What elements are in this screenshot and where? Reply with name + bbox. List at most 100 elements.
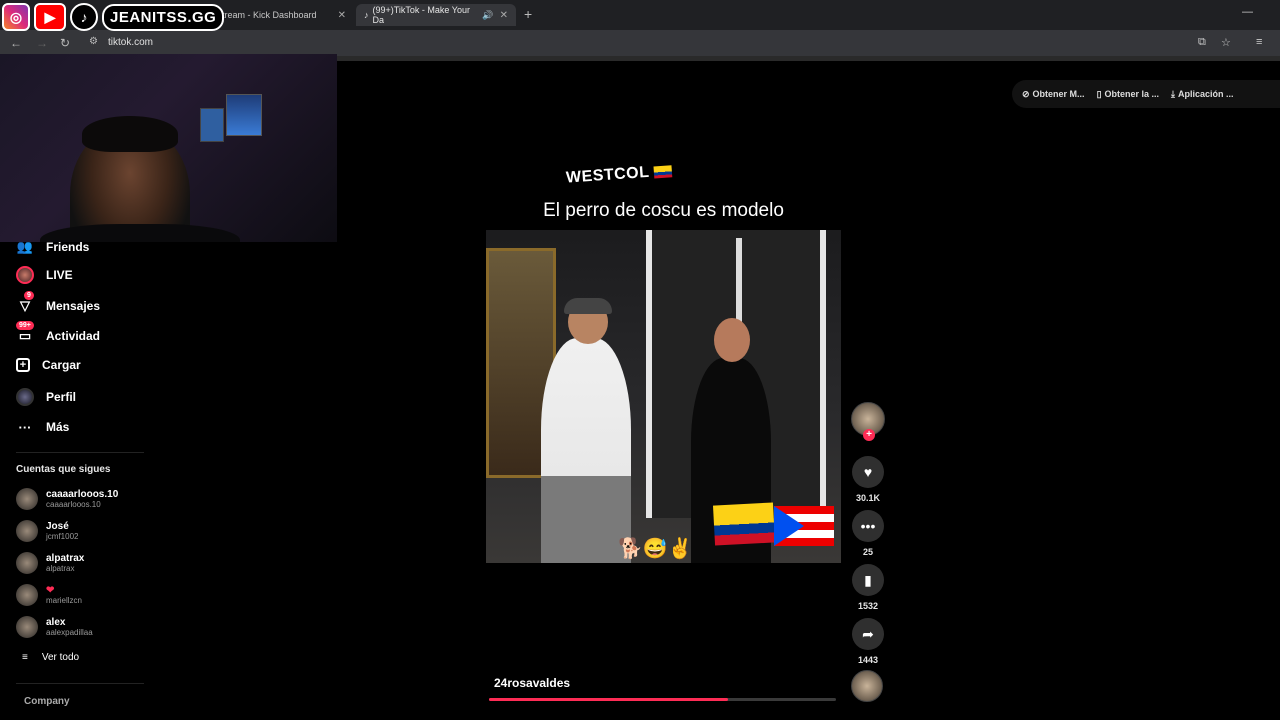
sidebar-item-label: Perfil bbox=[46, 390, 77, 404]
upload-icon: + bbox=[16, 358, 30, 372]
share-button[interactable]: ➦ 1443 bbox=[850, 618, 886, 665]
avatar bbox=[16, 584, 38, 606]
sidebar-item-label: LIVE bbox=[46, 268, 73, 282]
tab-title: (99+)TikTok - Make Your Da bbox=[372, 5, 470, 25]
sidebar-item-label: Cargar bbox=[42, 358, 81, 372]
avatar bbox=[851, 670, 883, 702]
see-all-label: Ver todo bbox=[41, 652, 80, 663]
sidebar-item-live[interactable]: LIVE bbox=[16, 266, 73, 284]
toolbar-label: Aplicación ... bbox=[1178, 89, 1234, 99]
tiktok-icon: ♪ bbox=[70, 3, 98, 31]
video-progress-bar[interactable] bbox=[489, 698, 836, 701]
following-name: caaaarlooos.10 bbox=[46, 488, 119, 500]
video-header: WESTCOL bbox=[566, 162, 672, 187]
webcam-overlay bbox=[0, 54, 337, 242]
see-all-button[interactable]: ≡ Ver todo bbox=[22, 652, 79, 663]
reload-icon[interactable]: ↻ bbox=[60, 36, 70, 50]
video-progress-fill bbox=[489, 698, 729, 701]
like-count: 30.1K bbox=[855, 493, 881, 503]
follow-plus-icon[interactable]: + bbox=[863, 429, 875, 441]
following-handle: mariellzcn bbox=[46, 595, 83, 605]
toolbar-label: Obtener M... bbox=[1032, 89, 1085, 99]
heart-icon: ♥ bbox=[852, 456, 884, 488]
like-button[interactable]: ♥ 30.1K bbox=[850, 456, 886, 503]
close-tab-icon[interactable]: ✕ bbox=[500, 10, 508, 21]
video-frame[interactable]: 🐕😅✌ bbox=[486, 208, 841, 563]
messages-badge: 9 bbox=[24, 291, 34, 300]
creator-avatar-button[interactable]: + bbox=[850, 402, 886, 441]
reading-list-icon[interactable]: ≡ bbox=[1256, 36, 1262, 48]
back-icon[interactable]: ← bbox=[10, 36, 22, 50]
get-app-button[interactable]: ▯ Obtener la ... bbox=[1097, 89, 1159, 100]
youtube-icon: ▶ bbox=[34, 3, 66, 31]
sidebar-item-more[interactable]: ··· Más bbox=[16, 418, 70, 436]
following-item[interactable]: José jcmf1002 bbox=[16, 520, 78, 542]
following-handle: alpatrax bbox=[46, 563, 75, 573]
video-emojis: 🐕😅✌ bbox=[618, 538, 693, 560]
cap-image bbox=[564, 298, 612, 314]
live-avatar-icon bbox=[16, 266, 34, 284]
colombia-flag-image bbox=[712, 502, 776, 546]
following-handle: aalexpadillaa bbox=[46, 627, 93, 637]
coin-icon: ⊘ bbox=[1022, 88, 1030, 99]
following-handle: jcmf1002 bbox=[46, 531, 79, 541]
next-creator-avatar[interactable] bbox=[851, 670, 883, 702]
forward-icon[interactable]: → bbox=[36, 36, 48, 50]
list-icon: ≡ bbox=[22, 652, 28, 663]
profile-avatar-icon bbox=[16, 388, 34, 406]
save-count: 1532 bbox=[857, 601, 879, 611]
tab-tiktok[interactable]: ♪ (99+)TikTok - Make Your Da 🔊 ✕ bbox=[356, 4, 516, 26]
following-name: ❤ bbox=[46, 584, 55, 596]
activity-badge: 99+ bbox=[16, 321, 34, 330]
sidebar-item-profile[interactable]: Perfil bbox=[16, 388, 76, 406]
sidebar-item-label: Más bbox=[46, 420, 70, 434]
top-divider bbox=[337, 56, 1280, 61]
new-tab-button[interactable]: + bbox=[524, 6, 532, 22]
sidebar-divider bbox=[16, 452, 144, 453]
toolbar-label: Obtener la ... bbox=[1104, 89, 1160, 99]
sidebar-item-upload[interactable]: + Cargar bbox=[16, 358, 81, 372]
sidebar-item-label: Mensajes bbox=[46, 299, 101, 313]
following-item[interactable]: caaaarlooos.10 caaaarlooos.10 bbox=[16, 488, 118, 510]
video-player[interactable]: 🐕😅✌ El perro de coscu es modelo WESTCOL bbox=[486, 160, 841, 565]
url-field[interactable]: tiktok.com bbox=[108, 37, 153, 48]
install-app-icon[interactable]: ⧉ bbox=[1198, 36, 1206, 49]
close-tab-icon[interactable]: ✕ bbox=[338, 10, 346, 21]
audio-playing-icon[interactable]: 🔊 bbox=[482, 10, 493, 21]
tiktok-favicon-icon: ♪ bbox=[364, 10, 369, 20]
avatar bbox=[16, 488, 38, 510]
site-info-icon[interactable]: ⚙ bbox=[89, 36, 98, 47]
bookmark-star-icon[interactable]: ☆ bbox=[1221, 36, 1231, 49]
sidebar-item-messages[interactable]: ▽ 9 Mensajes bbox=[16, 291, 101, 315]
tab-kick-dashboard[interactable]: Stream - Kick Dashboard ✕ bbox=[208, 4, 354, 26]
bookmark-icon: ▮ bbox=[852, 564, 884, 596]
following-section-title: Cuentas que sigues bbox=[16, 464, 111, 475]
following-item[interactable]: ❤ mariellzcn bbox=[16, 584, 82, 606]
messages-icon: ▽ 9 bbox=[16, 291, 34, 315]
following-name: alpatrax bbox=[46, 552, 85, 564]
get-coins-button[interactable]: ⊘ Obtener M... bbox=[1022, 89, 1085, 100]
phone-icon: ▯ bbox=[1096, 88, 1102, 99]
minimize-icon[interactable]: — bbox=[1242, 6, 1253, 18]
comment-button[interactable]: ••• 25 bbox=[850, 510, 886, 557]
desktop-app-button[interactable]: ⤓ Aplicación ... bbox=[1171, 89, 1234, 100]
following-item[interactable]: alpatrax alpatrax bbox=[16, 552, 84, 574]
friends-icon: 👥 bbox=[16, 239, 34, 254]
share-count: 1443 bbox=[857, 655, 879, 665]
following-item[interactable]: alex aalexpadillaa bbox=[16, 616, 93, 638]
avatar bbox=[16, 552, 38, 574]
video-username[interactable]: 24rosavaldes bbox=[494, 676, 570, 690]
activity-icon: ▭ 99+ bbox=[16, 321, 34, 345]
sidebar-item-label: Actividad bbox=[46, 329, 101, 343]
save-button[interactable]: ▮ 1532 bbox=[850, 564, 886, 611]
sidebar-item-activity[interactable]: ▭ 99+ Actividad bbox=[16, 321, 101, 345]
colombia-flag-icon bbox=[652, 165, 672, 179]
sidebar-item-friends[interactable]: 👥 Friends bbox=[16, 238, 89, 256]
puerto-rico-flag-image bbox=[774, 506, 834, 546]
instagram-icon: ◎ bbox=[2, 3, 30, 31]
person-image bbox=[541, 338, 631, 563]
following-handle: caaaarlooos.10 bbox=[46, 499, 101, 509]
company-link[interactable]: Company bbox=[24, 696, 70, 707]
more-icon: ··· bbox=[18, 419, 32, 435]
comment-count: 25 bbox=[862, 547, 873, 557]
